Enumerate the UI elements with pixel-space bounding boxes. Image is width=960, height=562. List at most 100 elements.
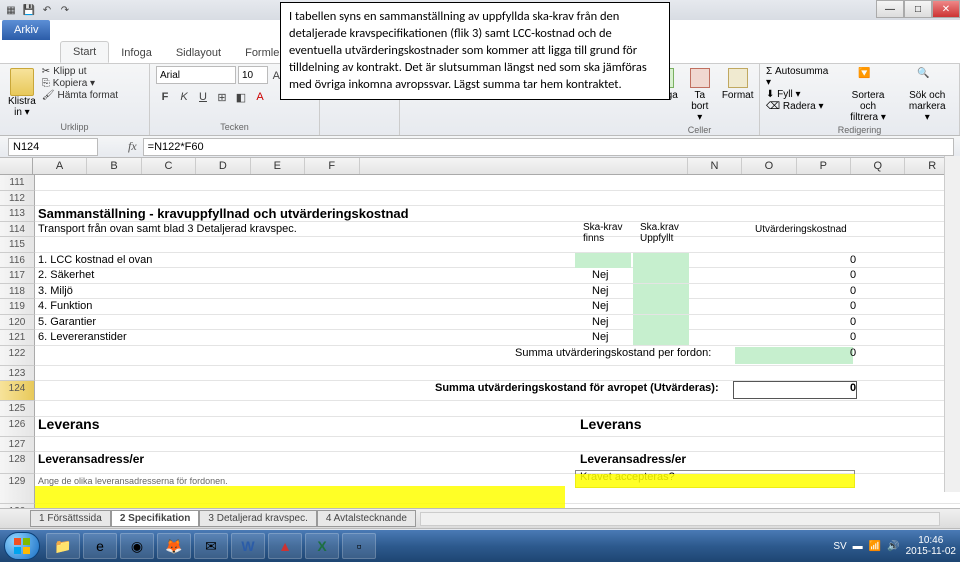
window-minimize-button[interactable]: — [876,0,904,18]
clear-button[interactable]: ⌫ Radera ▾ [766,101,835,112]
row-header[interactable]: 115 [0,237,35,253]
autosum-button[interactable]: Σ Autosumma ▾ [766,66,835,88]
tab-start[interactable]: Start [60,41,109,63]
taskbar-pdf-icon[interactable]: ▲ [268,533,302,559]
font-color-button[interactable]: A [251,88,269,106]
format-cells-button[interactable]: Format [718,66,758,103]
taskbar-explorer-icon[interactable]: 📁 [46,533,80,559]
cell-text: Nej [592,330,609,345]
row-header[interactable]: 118 [0,284,35,300]
find-select-button[interactable]: 🔍Sök och markera ▾ [901,66,953,125]
cell-text: 0 [850,299,856,314]
row-header[interactable]: 117 [0,268,35,284]
row-header[interactable]: 111 [0,175,35,191]
eraser-icon: ⌫ [766,101,780,112]
brush-icon: 🖌 [42,90,55,101]
delete-cells-button[interactable]: Ta bort ▾ [686,66,714,125]
row-header[interactable]: 120 [0,315,35,331]
tab-layout[interactable]: Sidlayout [164,43,233,63]
taskbar-app-icon[interactable]: ▫ [342,533,376,559]
vertical-scrollbar[interactable] [944,156,960,492]
formula-bar[interactable]: =N122*F60 [143,138,954,156]
col-header[interactable]: A [33,158,87,174]
window-maximize-button[interactable]: □ [904,0,932,18]
row-header[interactable]: 123 [0,366,35,382]
paste-icon [10,68,34,96]
taskbar-excel-icon[interactable]: X [305,533,339,559]
underline-button[interactable]: U [194,88,212,106]
cell-grid[interactable]: 111 112 113 Sammanställning - kravuppfyl… [0,175,960,508]
worksheet[interactable]: A B C D E F N O P Q R 111 112 113 Samman… [0,158,960,508]
bold-button[interactable]: F [156,88,174,106]
tray-flag-icon[interactable]: ▬ [853,541,863,552]
row-header[interactable]: 122 [0,346,35,366]
fx-icon[interactable]: fx [128,139,137,154]
fill-button[interactable]: ⬇ Fyll ▾ [766,89,835,100]
select-all-corner[interactable] [0,158,33,174]
sheet-tab[interactable]: 2 Specifikation [111,510,200,527]
save-icon[interactable]: 💾 [22,3,36,17]
row-header[interactable]: 126 [0,417,35,437]
horizontal-scrollbar[interactable] [420,512,940,526]
row-header[interactable]: 116 [0,253,35,269]
row-header[interactable]: 129 [0,474,35,504]
border-button[interactable]: ⊞ [213,88,231,106]
format-icon [728,68,748,88]
start-button[interactable] [4,532,40,560]
tray-clock[interactable]: 10:46 2015-11-02 [906,535,956,557]
row-header[interactable]: 124 [0,381,35,401]
col-header[interactable]: F [305,158,359,174]
window-close-button[interactable]: ✕ [932,0,960,18]
paste-button[interactable]: Klistra in ▾ [6,66,38,120]
italic-button[interactable]: K [175,88,193,106]
taskbar-word-icon[interactable]: W [231,533,265,559]
font-size-combo[interactable]: 10 [238,66,268,84]
copy-button[interactable]: ⎘Kopiera ▾ [42,78,118,89]
col-header[interactable]: Q [851,158,905,174]
col-header[interactable]: C [142,158,196,174]
row-header[interactable]: 114 [0,222,35,238]
sort-label: Sortera och filtrera ▾ [843,90,894,123]
redo-icon[interactable]: ↷ [58,3,72,17]
sheet-tab[interactable]: 1 Försättssida [30,510,111,527]
taskbar-firefox-icon[interactable]: 🦊 [157,533,191,559]
sort-filter-button[interactable]: 🔽Sortera och filtrera ▾ [839,66,898,125]
tray-volume-icon[interactable]: 🔊 [887,541,899,552]
tray-time: 10:46 [906,535,956,546]
row-header[interactable]: 127 [0,437,35,453]
cell-text: Leverans [38,417,99,432]
fill-color-button[interactable]: ◧ [232,88,250,106]
cell-text: 6. Levereranstider [38,330,127,345]
col-header[interactable]: B [87,158,141,174]
col-header[interactable]: P [797,158,851,174]
tray-network-icon[interactable]: 📶 [869,541,881,552]
sheet-tab[interactable]: 3 Detaljerad kravspec. [199,510,317,527]
cell-fill [575,253,631,268]
row-header[interactable]: 113 [0,206,35,222]
row-header[interactable]: 125 [0,401,35,417]
tab-insert[interactable]: Infoga [109,43,164,63]
undo-icon[interactable]: ↶ [40,3,54,17]
cut-button[interactable]: ✂Klipp ut [42,66,118,77]
row-header[interactable]: 128 [0,452,35,474]
font-name-combo[interactable]: Arial [156,66,236,84]
row-header[interactable]: 112 [0,191,35,207]
sheet-tab[interactable]: 4 Avtalstecknande [317,510,416,527]
name-box[interactable]: N124 [8,138,98,156]
row-header[interactable]: 119 [0,299,35,315]
col-header[interactable] [360,158,688,174]
taskbar-outlook-icon[interactable]: ✉ [194,533,228,559]
file-tab[interactable]: Arkiv [2,20,50,40]
format-painter-button[interactable]: 🖌Hämta format [42,90,118,101]
taskbar-chrome-icon[interactable]: ◉ [120,533,154,559]
tray-lang[interactable]: SV [833,541,846,552]
row-header[interactable]: 121 [0,330,35,346]
taskbar-ie-icon[interactable]: e [83,533,117,559]
col-header[interactable]: D [196,158,250,174]
col-header[interactable]: E [251,158,305,174]
cell-text: Leverans [580,417,641,432]
cell-fill [633,253,689,268]
row-header[interactable]: 130 [0,504,35,508]
col-header[interactable]: O [742,158,796,174]
col-header[interactable]: N [688,158,742,174]
